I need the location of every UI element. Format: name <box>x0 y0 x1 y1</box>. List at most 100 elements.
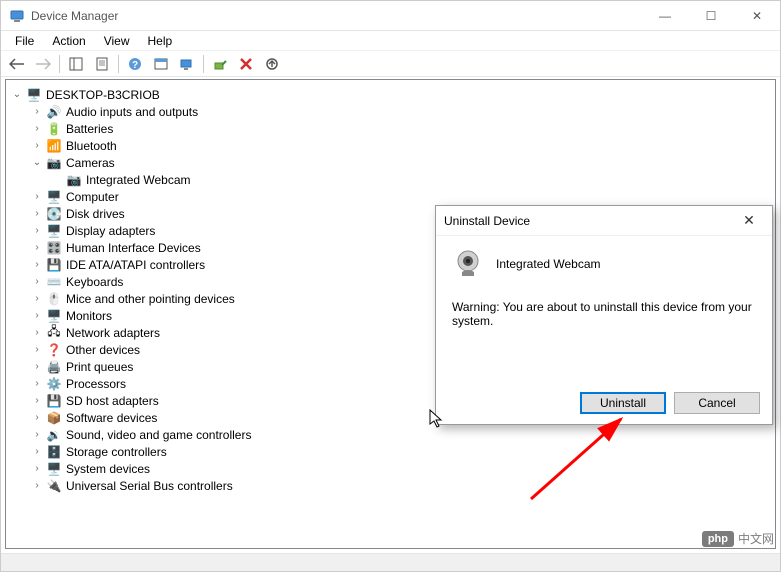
cancel-button[interactable]: Cancel <box>674 392 760 414</box>
maximize-button[interactable]: ☐ <box>688 1 734 31</box>
webcam-icon <box>452 248 484 280</box>
display-icon: 🖥️ <box>46 223 62 239</box>
svg-text:?: ? <box>132 60 138 71</box>
expand-icon[interactable]: › <box>30 139 44 153</box>
expand-icon[interactable]: › <box>30 360 44 374</box>
tree-node-label: Batteries <box>66 122 113 136</box>
expand-icon[interactable]: › <box>30 258 44 272</box>
uninstall-button[interactable]: Uninstall <box>580 392 666 414</box>
ide-icon: 💾 <box>46 257 62 273</box>
tree-node-label: Display adapters <box>66 224 155 238</box>
keyboard-icon: ⌨️ <box>46 274 62 290</box>
properties-icon[interactable] <box>90 53 114 75</box>
menu-file[interactable]: File <box>7 33 42 49</box>
forward-icon[interactable] <box>31 53 55 75</box>
cpu-icon: ⚙️ <box>46 376 62 392</box>
expand-icon[interactable]: › <box>30 462 44 476</box>
tree-leaf-label: Integrated Webcam <box>86 173 191 187</box>
menu-help[interactable]: Help <box>140 33 181 49</box>
tree-node[interactable]: ›🔌 Universal Serial Bus controllers <box>26 477 775 494</box>
expand-icon[interactable]: › <box>30 122 44 136</box>
dialog-title-text: Uninstall Device <box>444 214 530 228</box>
tree-node-label: Keyboards <box>66 275 123 289</box>
tree-node-label: Storage controllers <box>66 445 167 459</box>
expand-icon[interactable]: › <box>30 224 44 238</box>
tree-node[interactable]: ›🔋 Batteries <box>26 120 775 137</box>
collapse-icon[interactable]: ⌄ <box>10 88 24 102</box>
menu-action[interactable]: Action <box>44 33 93 49</box>
dialog-titlebar: Uninstall Device ✕ <box>436 206 772 236</box>
back-icon[interactable] <box>5 53 29 75</box>
expand-icon[interactable]: › <box>30 241 44 255</box>
expand-icon[interactable]: › <box>30 275 44 289</box>
expand-icon[interactable]: › <box>30 377 44 391</box>
scan-icon[interactable] <box>175 53 199 75</box>
bluetooth-icon: 📶 <box>46 138 62 154</box>
mouse-icon: 🖱️ <box>46 291 62 307</box>
tree-node-label: SD host adapters <box>66 394 159 408</box>
expand-icon[interactable]: › <box>30 394 44 408</box>
toolbar: ? <box>1 51 780 77</box>
disk-icon: 💽 <box>46 206 62 222</box>
expand-icon[interactable]: › <box>30 326 44 340</box>
tree-node[interactable]: ›📶Bluetooth <box>26 137 775 154</box>
uninstall-device-dialog: Uninstall Device ✕ Integrated Webcam War… <box>435 205 773 425</box>
system-icon: 🖥️ <box>46 461 62 477</box>
tree-node-label: Monitors <box>66 309 112 323</box>
expand-icon[interactable]: › <box>30 428 44 442</box>
expand-icon[interactable]: › <box>30 105 44 119</box>
expand-icon[interactable]: › <box>30 411 44 425</box>
other-icon: ❓ <box>46 342 62 358</box>
tree-node[interactable]: ›🔊Audio inputs and outputs <box>26 103 775 120</box>
close-button[interactable]: ✕ <box>734 1 780 31</box>
tree-node[interactable]: ›🔉 Sound, video and game controllers <box>26 426 775 443</box>
dialog-close-button[interactable]: ✕ <box>734 212 764 229</box>
tree-node-label: Cameras <box>66 156 115 170</box>
help-icon[interactable]: ? <box>123 53 147 75</box>
printer-icon: 🖨️ <box>46 359 62 375</box>
usb-icon: 🔌 <box>46 478 62 494</box>
update-driver-icon[interactable] <box>260 53 284 75</box>
dialog-device-name: Integrated Webcam <box>496 257 601 271</box>
expand-icon[interactable]: › <box>30 292 44 306</box>
network-icon: 🖧 <box>46 325 62 341</box>
tree-node[interactable]: ›🗄️Storage controllers <box>26 443 775 460</box>
sound-icon: 🔉 <box>46 427 62 443</box>
expand-icon[interactable]: › <box>30 445 44 459</box>
expand-icon[interactable]: › <box>30 479 44 493</box>
camera-icon: 📷 <box>66 172 82 188</box>
root-icon: 🖥️ <box>26 87 42 103</box>
audio-icon: 🔊 <box>46 104 62 120</box>
expand-icon[interactable]: › <box>30 190 44 204</box>
computer-icon: 🖥️ <box>46 189 62 205</box>
menu-view[interactable]: View <box>96 33 138 49</box>
window-title: Device Manager <box>31 9 118 23</box>
tree-node[interactable]: ⌄📷 Cameras <box>26 154 775 171</box>
minimize-button[interactable]: — <box>642 1 688 31</box>
camera-icon: 📷 <box>46 155 62 171</box>
tree-node[interactable]: ›🖥️Computer <box>26 188 775 205</box>
expand-icon[interactable]: › <box>30 309 44 323</box>
show-hide-tree-icon[interactable] <box>64 53 88 75</box>
collapse-icon[interactable]: ⌄ <box>30 156 44 170</box>
expand-icon[interactable]: › <box>30 207 44 221</box>
enable-icon[interactable] <box>208 53 232 75</box>
tree-node-label: Other devices <box>66 343 140 357</box>
tree-node-label: Processors <box>66 377 126 391</box>
tree-node-label: Print queues <box>66 360 133 374</box>
uninstall-icon[interactable] <box>234 53 258 75</box>
tree-node-label: Universal Serial Bus controllers <box>66 479 233 493</box>
tree-node-label: Sound, video and game controllers <box>66 428 251 442</box>
expand-icon[interactable]: › <box>30 343 44 357</box>
dialog-warning-text: Warning: You are about to uninstall this… <box>452 300 756 328</box>
tree-root-label: DESKTOP-B3CRIOB <box>46 88 160 102</box>
tree-node[interactable]: ›🖥️System devices <box>26 460 775 477</box>
tree-root-node[interactable]: ⌄🖥️ DESKTOP-B3CRIOB <box>6 86 775 103</box>
expand-icon <box>50 173 64 187</box>
battery-icon: 🔋 <box>46 121 62 137</box>
watermark: php 中文网 <box>702 530 774 547</box>
tree-node-label: Mice and other pointing devices <box>66 292 235 306</box>
tree-leaf-node[interactable]: 📷 Integrated Webcam <box>46 171 775 188</box>
menubar: File Action View Help <box>1 31 780 51</box>
action-icon[interactable] <box>149 53 173 75</box>
